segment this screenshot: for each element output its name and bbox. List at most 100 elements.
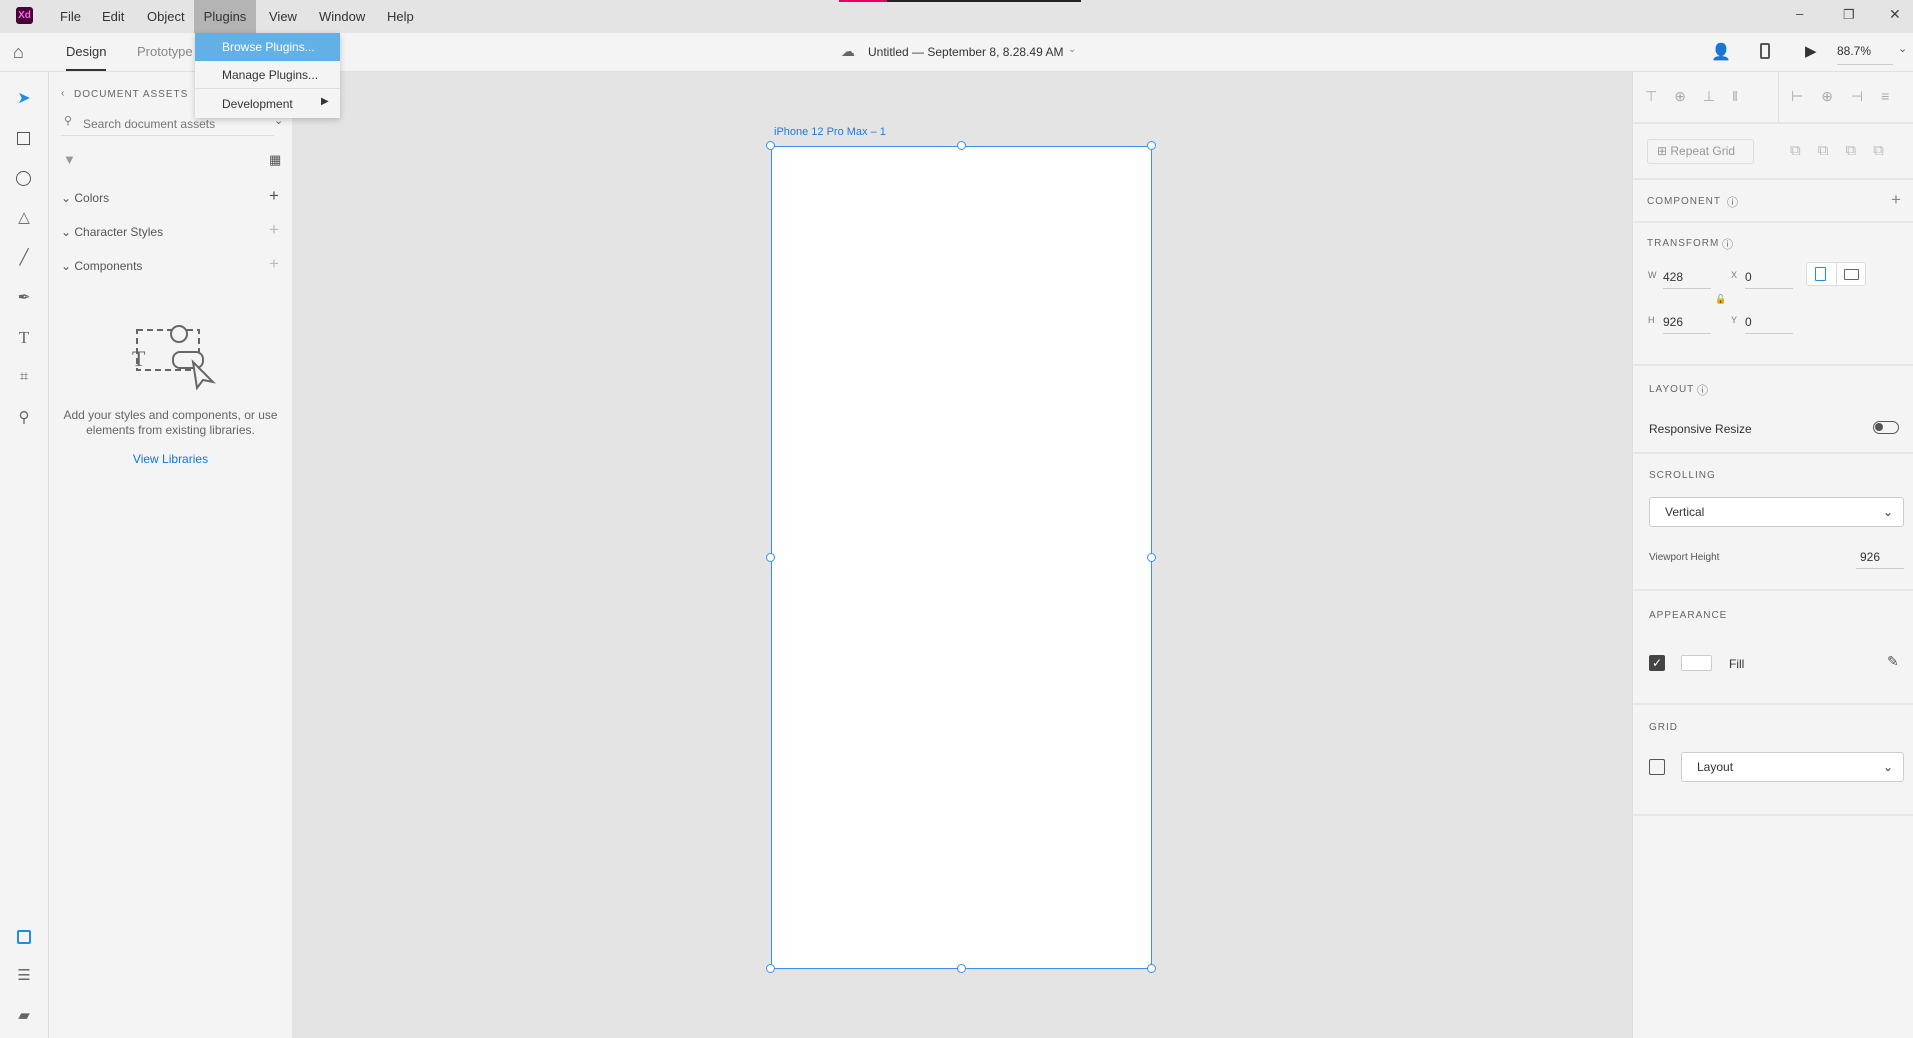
grid-view-icon[interactable]: ▦	[269, 152, 281, 168]
plugins-icon[interactable]: ▰	[12, 1006, 36, 1024]
orientation-toggle	[1806, 262, 1866, 286]
height-input[interactable]: 926	[1663, 312, 1711, 334]
document-title[interactable]: Untitled — September 8, 8.28.49 AM	[868, 45, 1063, 59]
chevron-down-icon: ⌄	[61, 225, 75, 239]
landscape-icon[interactable]	[1844, 269, 1859, 280]
section-colors[interactable]: ⌄ Colors	[61, 191, 109, 205]
add-component-button[interactable]: +	[1891, 190, 1901, 210]
chevron-down-icon: ⌄	[61, 191, 75, 205]
assets-panel-icon[interactable]	[17, 930, 31, 944]
resize-handle[interactable]	[957, 141, 966, 150]
info-icon[interactable]: ⓘ	[1727, 194, 1738, 210]
add-color-icon[interactable]: +	[269, 186, 279, 206]
line-tool-icon[interactable]: ╱	[12, 248, 36, 266]
text-tool-icon[interactable]: T	[12, 328, 36, 348]
eyedropper-icon[interactable]: ✎	[1887, 653, 1899, 670]
empty-text-line2: elements from existing libraries.	[86, 423, 255, 437]
responsive-resize-label: Responsive Resize	[1649, 422, 1752, 436]
transform-header: TRANSFORM	[1647, 238, 1720, 249]
zoom-tool-icon[interactable]: ⚲	[12, 408, 36, 426]
resize-handle[interactable]	[1147, 141, 1156, 150]
width-input[interactable]: 428	[1663, 267, 1711, 289]
grid-type-select[interactable]: Layout ⌄	[1681, 752, 1904, 782]
tab-design[interactable]: Design	[66, 44, 107, 71]
grid-header: GRID	[1649, 722, 1678, 733]
divider	[1633, 221, 1913, 223]
menu-window[interactable]: Window	[311, 0, 373, 33]
browse-plugins-item[interactable]: Browse Plugins...	[195, 33, 340, 61]
tab-prototype[interactable]: Prototype	[137, 44, 193, 59]
tool-bar: ➤ △ ╱ ✒ T ⌗ ⚲ ☰ ▰	[0, 72, 49, 1038]
plugins-dropdown: Browse Plugins... Manage Plugins... Deve…	[195, 33, 340, 118]
resize-handle[interactable]	[766, 964, 775, 973]
back-chevron-icon[interactable]: ‹	[61, 88, 65, 99]
rectangle-tool-icon[interactable]	[17, 132, 30, 145]
resize-handle[interactable]	[1147, 553, 1156, 562]
section-label: Character Styles	[74, 225, 164, 239]
close-button[interactable]: ✕	[1889, 6, 1901, 23]
artboard-label[interactable]: iPhone 12 Pro Max – 1	[774, 126, 886, 138]
minimize-button[interactable]: –	[1796, 6, 1803, 21]
fill-label: Fill	[1729, 657, 1745, 671]
manage-plugins-item[interactable]: Manage Plugins...	[195, 61, 340, 89]
home-icon[interactable]: ⌂	[13, 42, 24, 63]
artboard[interactable]	[771, 146, 1152, 969]
boolean-ops-icons[interactable]: ⧉⧉⧉⧉	[1790, 142, 1913, 159]
view-libraries-link[interactable]: View Libraries	[49, 452, 292, 466]
info-icon[interactable]: ⓘ	[1722, 236, 1733, 252]
align-vertical-icons[interactable]: ⊤⊕⊥‖	[1645, 88, 1775, 105]
fill-color-swatch[interactable]	[1681, 655, 1712, 671]
resize-handle[interactable]	[766, 553, 775, 562]
pen-tool-icon[interactable]: ✒	[12, 288, 36, 306]
y-input[interactable]: 0	[1745, 312, 1793, 334]
xd-logo: Xd	[16, 7, 33, 24]
portrait-icon[interactable]	[1815, 267, 1826, 281]
menu-plugins[interactable]: Plugins	[194, 0, 256, 33]
section-components[interactable]: ⌄ Components	[61, 259, 142, 273]
menu-help[interactable]: Help	[379, 0, 422, 33]
filter-icon[interactable]: ▼	[63, 152, 76, 167]
layers-icon[interactable]: ☰	[12, 966, 36, 984]
menu-edit[interactable]: Edit	[94, 0, 132, 33]
zoom-chevron-icon[interactable]: ⌄	[1898, 42, 1907, 55]
share-user-icon[interactable]: 👤	[1711, 42, 1731, 62]
resize-handle[interactable]	[766, 141, 775, 150]
device-preview-icon[interactable]	[1760, 43, 1770, 59]
development-item[interactable]: Development	[195, 90, 340, 118]
resize-handle[interactable]	[1147, 964, 1156, 973]
play-icon[interactable]: ▶	[1805, 42, 1817, 60]
section-character-styles[interactable]: ⌄ Character Styles	[61, 225, 163, 239]
h-label: H	[1648, 315, 1655, 325]
fill-checkbox[interactable]: ✓	[1649, 655, 1665, 671]
ellipse-tool-icon[interactable]	[16, 171, 31, 186]
scrolling-select[interactable]: Vertical ⌄	[1649, 497, 1904, 527]
artboard-tool-icon[interactable]: ⌗	[12, 368, 36, 385]
component-header: COMPONENT	[1647, 196, 1721, 207]
info-icon[interactable]: ⓘ	[1697, 382, 1708, 398]
y-label: Y	[1731, 315, 1738, 325]
restore-button[interactable]: ❐	[1843, 7, 1855, 23]
resize-handle[interactable]	[957, 964, 966, 973]
title-chevron-icon[interactable]: ⌄	[1068, 44, 1076, 55]
align-horizontal-icons[interactable]: ⊢⊕⊣≡	[1791, 88, 1913, 105]
zoom-level[interactable]: 88.7%	[1837, 44, 1893, 65]
x-input[interactable]: 0	[1745, 267, 1793, 289]
grid-checkbox[interactable]	[1649, 759, 1665, 775]
lock-aspect-icon[interactable]: 🔓	[1715, 294, 1726, 305]
menu-view[interactable]: View	[261, 0, 305, 33]
menu-file[interactable]: File	[52, 0, 89, 33]
add-character-style-icon[interactable]: +	[269, 220, 279, 240]
viewport-height-input[interactable]: 926	[1856, 547, 1904, 569]
repeat-grid-icon: ⊞	[1657, 144, 1671, 158]
repeat-grid-button[interactable]: ⊞ Repeat Grid	[1647, 139, 1754, 164]
select-tool-icon[interactable]: ➤	[12, 88, 36, 108]
submenu-arrow-icon: ▶	[321, 96, 329, 107]
responsive-resize-toggle[interactable]	[1873, 421, 1899, 434]
polygon-tool-icon[interactable]: △	[12, 208, 36, 226]
add-component-icon[interactable]: +	[269, 254, 279, 274]
grid-type-value: Layout	[1697, 760, 1734, 774]
divider	[1633, 364, 1913, 366]
menu-object[interactable]: Object	[139, 0, 193, 33]
chevron-down-icon: ⌄	[61, 259, 75, 273]
divider	[1633, 589, 1913, 591]
